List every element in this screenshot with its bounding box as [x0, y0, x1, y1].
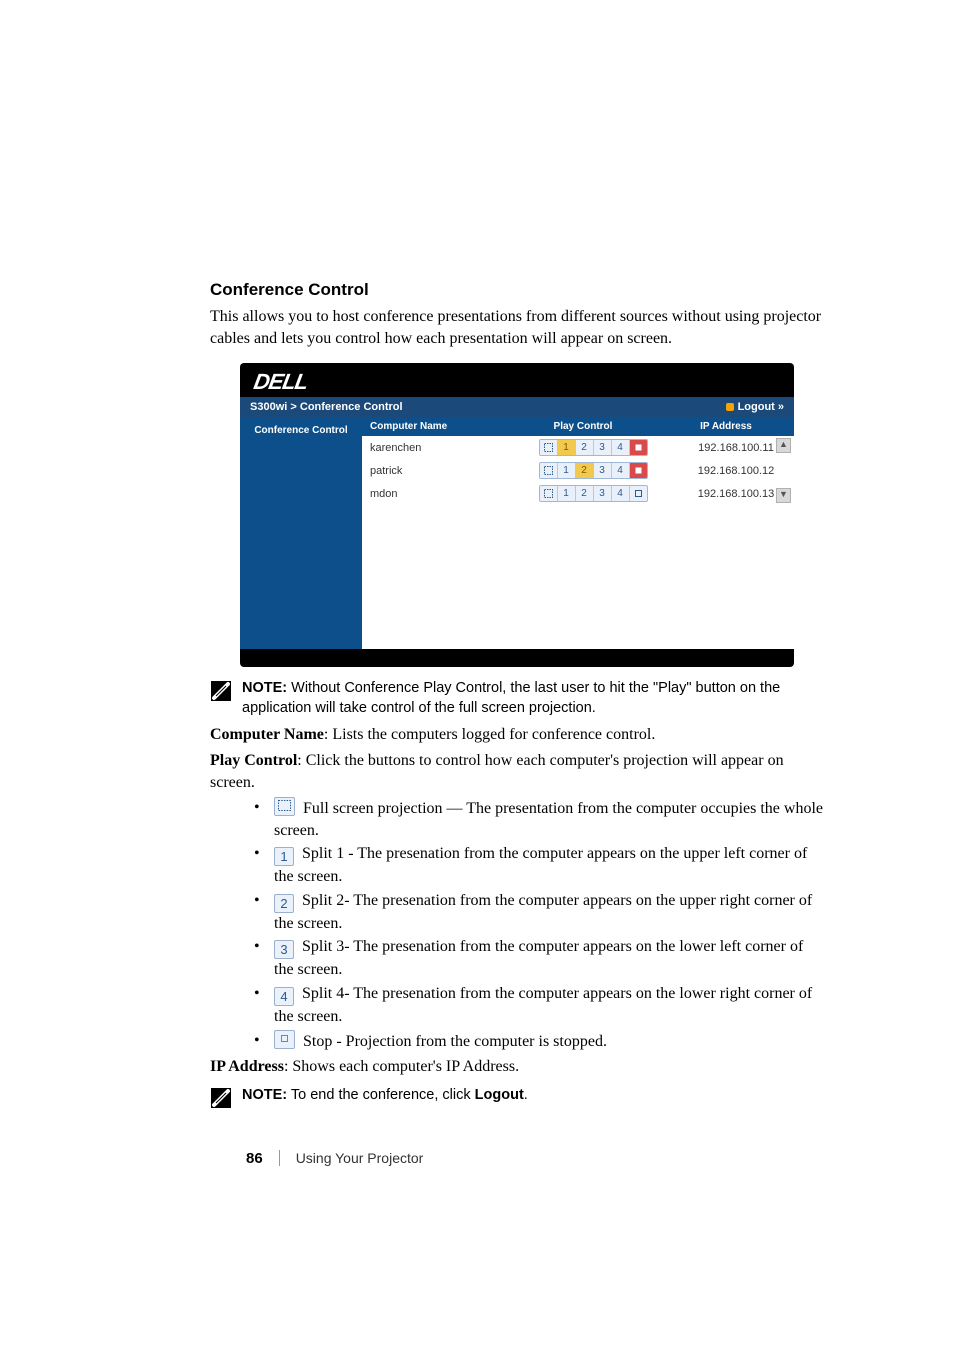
bullet-fullscreen: Full screen projection — The presentatio…: [254, 797, 824, 841]
def-label: Play Control: [210, 752, 297, 769]
split-2-button[interactable]: 2: [576, 486, 594, 501]
table-rows: ▲ karenchen 1 2 3 4: [362, 436, 794, 505]
row-ip: 192.168.100.13: [686, 488, 786, 500]
bullet-split-4: 4 Split 4- The presenation from the comp…: [254, 983, 824, 1028]
screenshot-sidebar: Conference Control: [240, 417, 362, 649]
note-prefix: NOTE:: [242, 680, 287, 696]
breadcrumb-sep: >: [290, 401, 296, 413]
table-header-row: Computer Name Play Control IP Address: [362, 417, 794, 436]
screenshot-breadcrumb-bar: S300wi > Conference Control Logout »: [240, 397, 794, 417]
bullet-text: Stop - Projection from the computer is s…: [299, 1033, 607, 1050]
ip-address-definition: IP Address: Shows each computer's IP Add…: [210, 1056, 824, 1078]
logout-icon: [726, 403, 734, 411]
scroll-down-button[interactable]: ▼: [776, 488, 791, 503]
bullet-stop: Stop - Projection from the computer is s…: [254, 1030, 824, 1053]
stop-button[interactable]: [630, 486, 647, 501]
note-body-c: .: [524, 1087, 528, 1103]
intro-paragraph: This allows you to host conference prese…: [210, 306, 824, 349]
fullscreen-button[interactable]: [540, 486, 558, 501]
logout-label: Logout »: [738, 401, 784, 413]
section-heading: Conference Control: [210, 280, 824, 300]
split-4-button[interactable]: 4: [612, 463, 630, 478]
split-1-button[interactable]: 1: [558, 463, 576, 478]
row-ip: 192.168.100.12: [686, 465, 786, 477]
table-row: mdon 1 2 3 4: [362, 482, 794, 505]
note-body-a: To end the conference, click: [287, 1087, 475, 1103]
play-control-group: 1 2 3 4: [539, 462, 648, 479]
stop-icon: [274, 1030, 295, 1049]
split-4-button[interactable]: 4: [612, 440, 630, 455]
split-2-icon: 2: [274, 894, 294, 913]
page-footer: 86 Using Your Projector: [210, 1150, 824, 1167]
split-2-button[interactable]: 2: [576, 463, 594, 478]
fullscreen-button[interactable]: [540, 463, 558, 478]
stop-button[interactable]: [630, 463, 647, 478]
bullet-split-1: 1 Split 1 - The presenation from the com…: [254, 843, 824, 888]
fullscreen-button[interactable]: [540, 440, 558, 455]
note-prefix: NOTE:: [242, 1087, 287, 1103]
footer-divider: [279, 1150, 280, 1166]
col-header-computer-name: Computer Name: [362, 417, 508, 436]
bullet-text: Split 2- The presenation from the comput…: [274, 892, 812, 932]
fullscreen-icon: [274, 797, 295, 816]
split-3-button[interactable]: 3: [594, 463, 612, 478]
note-block: NOTE: Without Conference Play Control, t…: [210, 679, 824, 718]
split-4-icon: 4: [274, 987, 294, 1006]
def-body: : Shows each computer's IP Address.: [284, 1058, 519, 1075]
def-body: : Click the buttons to control how each …: [210, 752, 784, 791]
note-logout-word: Logout: [475, 1087, 524, 1103]
bullet-split-3: 3 Split 3- The presenation from the comp…: [254, 936, 824, 981]
breadcrumb: S300wi > Conference Control: [250, 401, 403, 413]
row-computer-name: patrick: [370, 465, 500, 477]
def-body: : Lists the computers logged for confere…: [324, 726, 655, 743]
split-3-button[interactable]: 3: [594, 440, 612, 455]
breadcrumb-page: Conference Control: [300, 401, 403, 413]
play-control-definition: Play Control: Click the buttons to contr…: [210, 750, 824, 793]
play-control-group: 1 2 3 4: [539, 485, 648, 502]
split-2-button[interactable]: 2: [576, 440, 594, 455]
scroll-up-button[interactable]: ▲: [776, 438, 791, 453]
note-text: NOTE: To end the conference, click Logou…: [242, 1086, 528, 1106]
col-header-ip-address: IP Address: [658, 417, 794, 436]
def-label: Computer Name: [210, 726, 324, 743]
note-icon: [210, 680, 232, 707]
bullet-text: Split 3- The presenation from the comput…: [274, 938, 803, 978]
row-computer-name: mdon: [370, 488, 500, 500]
bullet-text: Full screen projection — The presentatio…: [274, 800, 823, 839]
row-ip: 192.168.100.11: [686, 442, 786, 454]
bullet-text: Split 4- The presenation from the comput…: [274, 985, 812, 1025]
note-text: NOTE: Without Conference Play Control, t…: [242, 679, 824, 718]
col-header-play-control: Play Control: [508, 417, 658, 436]
computer-name-definition: Computer Name: Lists the computers logge…: [210, 724, 824, 746]
note-icon: [210, 1087, 232, 1114]
screenshot-main: Computer Name Play Control IP Address ▲ …: [362, 417, 794, 649]
play-control-group: 1 2 3 4: [539, 439, 648, 456]
table-row: patrick 1 2 3 4: [362, 459, 794, 482]
conference-control-screenshot: DELL S300wi > Conference Control Logout …: [240, 363, 794, 667]
page-number: 86: [246, 1150, 263, 1167]
stop-button[interactable]: [630, 440, 647, 455]
bullet-text: Split 1 - The presenation from the compu…: [274, 845, 807, 885]
bullet-split-2: 2 Split 2- The presenation from the comp…: [254, 890, 824, 935]
logout-link[interactable]: Logout »: [726, 401, 784, 413]
def-label: IP Address: [210, 1058, 284, 1075]
play-control-bullet-list: Full screen projection — The presentatio…: [254, 797, 824, 1052]
split-1-icon: 1: [274, 847, 294, 866]
row-computer-name: karenchen: [370, 442, 500, 454]
note-body: Without Conference Play Control, the las…: [242, 680, 780, 716]
table-row: karenchen 1 2 3 4: [362, 436, 794, 459]
footer-section: Using Your Projector: [296, 1150, 424, 1166]
sidebar-item-conference-control[interactable]: Conference Control: [240, 421, 362, 440]
note-block: NOTE: To end the conference, click Logou…: [210, 1086, 824, 1114]
breadcrumb-model: S300wi: [250, 401, 287, 413]
split-4-button[interactable]: 4: [612, 486, 630, 501]
split-1-button[interactable]: 1: [558, 486, 576, 501]
split-3-button[interactable]: 3: [594, 486, 612, 501]
split-1-button[interactable]: 1: [558, 440, 576, 455]
split-3-icon: 3: [274, 940, 294, 959]
dell-logo: DELL: [240, 363, 794, 397]
